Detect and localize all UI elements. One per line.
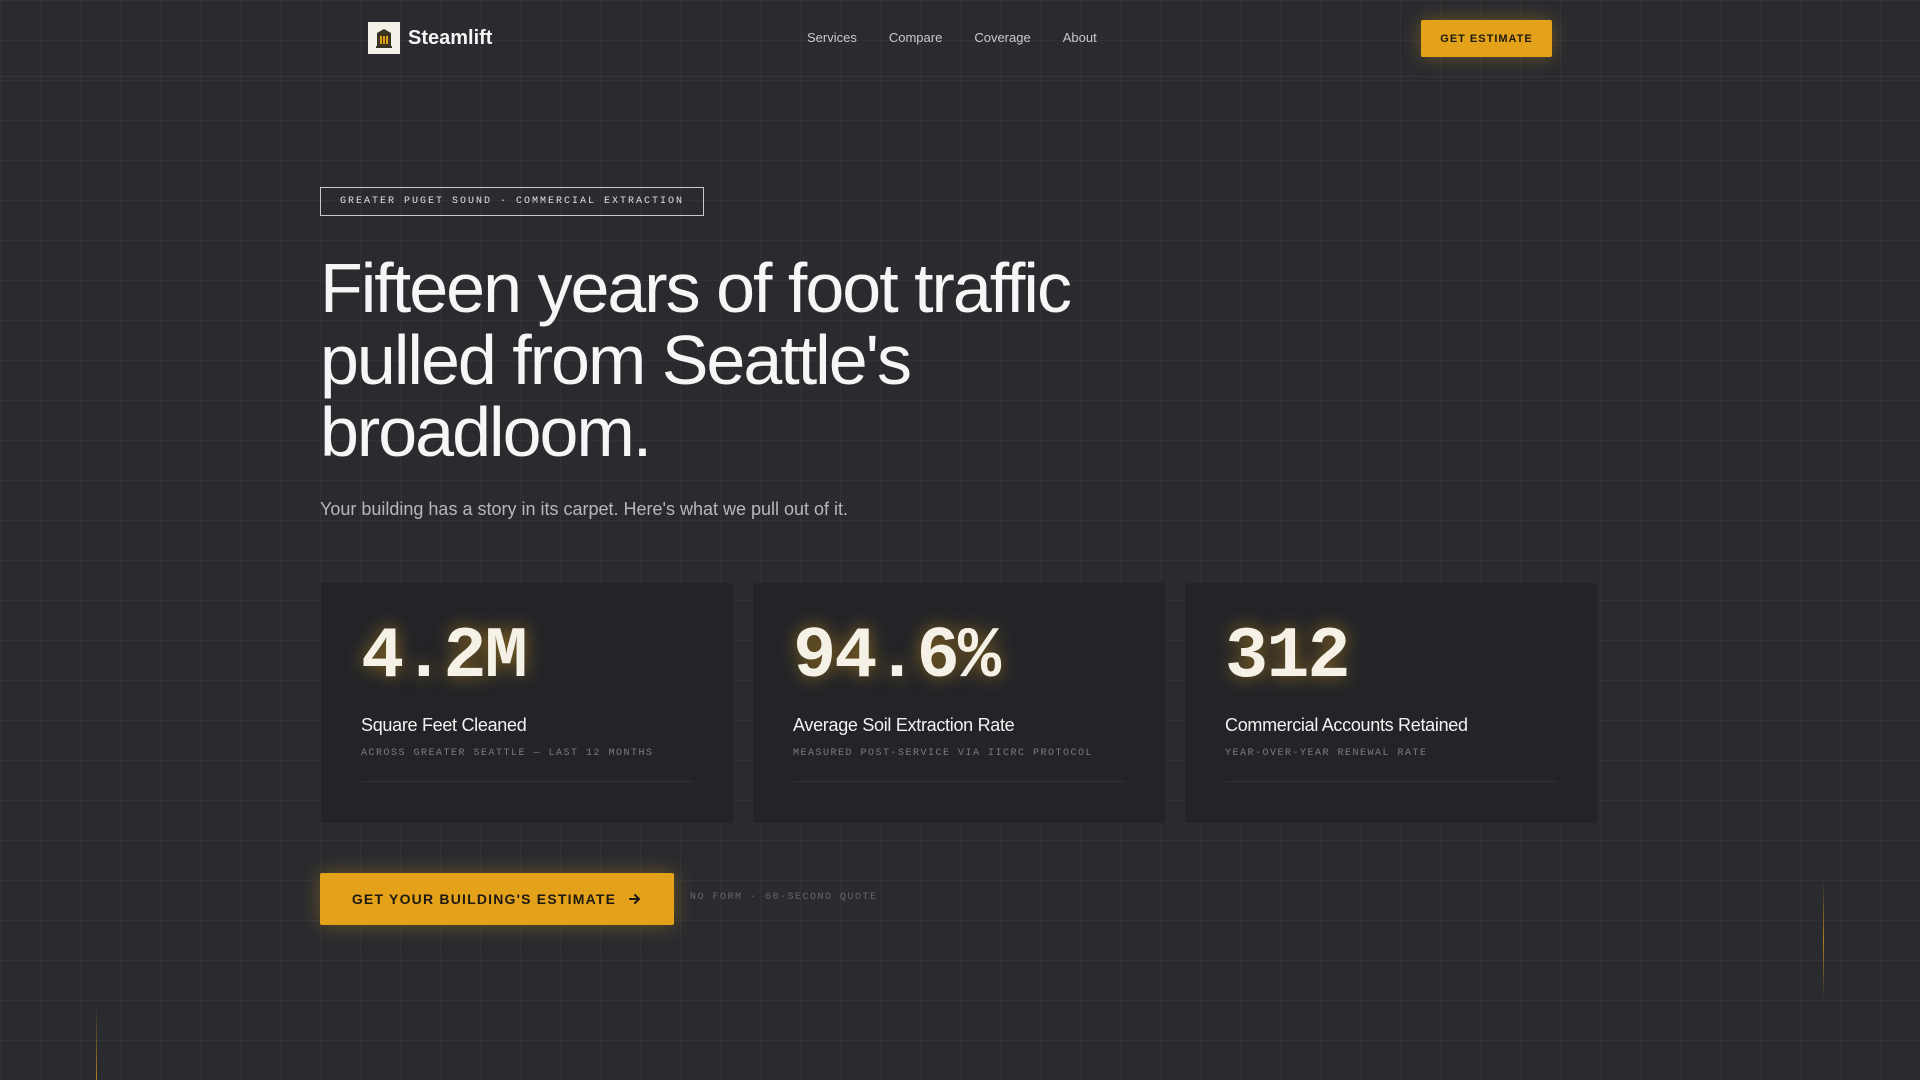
cta-label: GET YOUR BUILDING'S ESTIMATE [351, 891, 617, 907]
get-building-estimate-button[interactable]: GET YOUR BUILDING'S ESTIMATE [320, 873, 674, 925]
stat-value: 4.2M [361, 616, 528, 698]
top-nav: Steamlift Services Compare Coverage Abou… [0, 0, 1920, 77]
nav-link-about[interactable]: About [1063, 30, 1097, 45]
nav-link-coverage[interactable]: Coverage [974, 30, 1030, 45]
stat-card-accounts-retained: 312 Commercial Accounts Retained YEAR-OV… [1184, 582, 1598, 824]
brand-name: Steamlift [408, 26, 493, 49]
card-divider [361, 781, 693, 782]
stats-cards: 4.2M Square Feet Cleaned ACROSS GREATER … [320, 582, 1616, 824]
cta-note: NO FORM · 60-SECOND QUOTE [690, 892, 878, 903]
stat-card-extraction-rate: 94.6% Average Soil Extraction Rate MEASU… [752, 582, 1166, 824]
accent-line [1823, 880, 1824, 1000]
get-estimate-button[interactable]: GET ESTIMATE [1421, 20, 1552, 57]
arrow-right-icon [628, 892, 642, 906]
stat-value: 312 [1225, 616, 1351, 698]
stat-description: MEASURED POST-SERVICE VIA IICRC PROTOCOL [793, 748, 1094, 759]
nav-links: Services Compare Coverage About [807, 30, 1129, 45]
stat-description: YEAR-OVER-YEAR RENEWAL RATE [1225, 748, 1428, 759]
nav-link-compare[interactable]: Compare [889, 30, 942, 45]
stat-value: 94.6% [793, 616, 1001, 698]
region-tag: GREATER PUGET SOUND · COMMERCIAL EXTRACT… [320, 187, 704, 216]
building-icon [368, 22, 400, 54]
stat-label: Average Soil Extraction Rate [793, 715, 1015, 735]
card-divider [1225, 781, 1557, 782]
brand[interactable]: Steamlift [368, 22, 492, 54]
card-divider [793, 781, 1125, 782]
stat-label: Commercial Accounts Retained [1225, 715, 1468, 735]
stat-description: ACROSS GREATER SEATTLE — LAST 12 MONTHS [361, 748, 654, 759]
hero-subtitle: Your building has a story in its carpet.… [320, 499, 849, 519]
hero-headline: Fifteen years of foot traffic pulled fro… [320, 249, 1072, 471]
stat-card-square-feet: 4.2M Square Feet Cleaned ACROSS GREATER … [320, 582, 734, 824]
nav-link-services[interactable]: Services [807, 30, 857, 45]
accent-line [96, 1005, 97, 1080]
stat-label: Square Feet Cleaned [361, 715, 527, 735]
